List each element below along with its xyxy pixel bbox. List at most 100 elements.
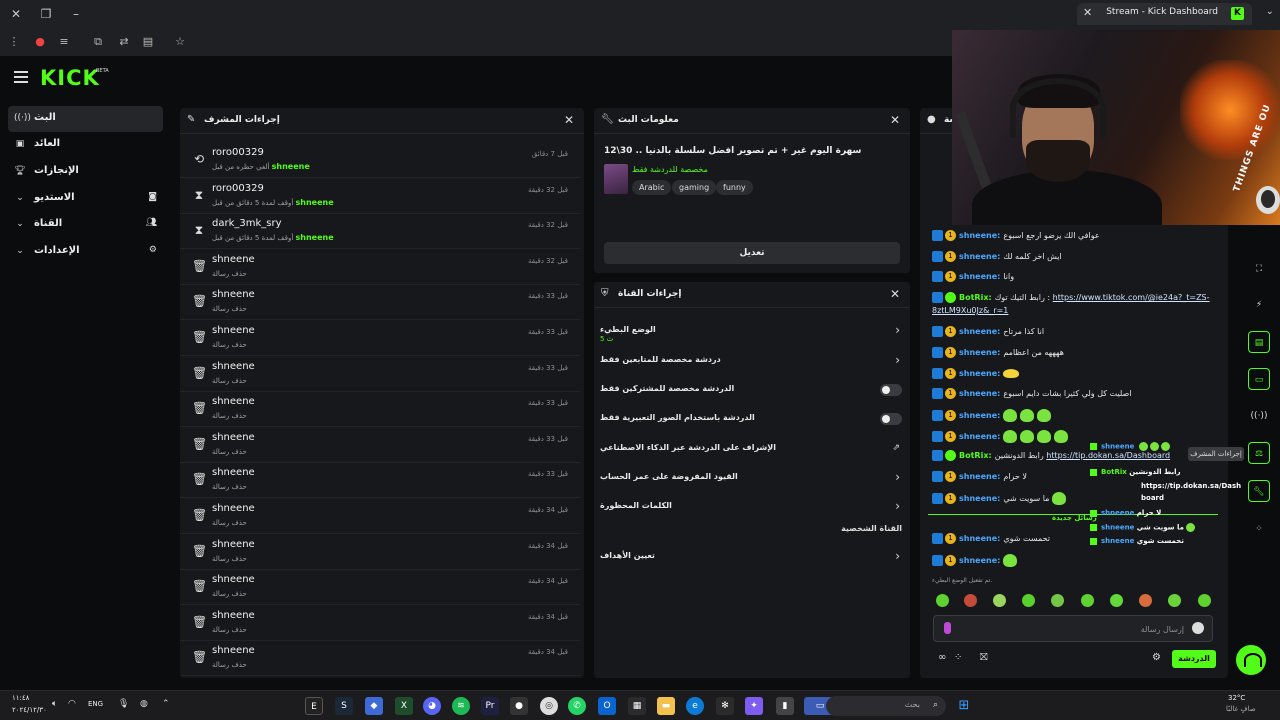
infinity-icon[interactable]: ∞: [938, 652, 946, 663]
weather-temp[interactable]: 32°C: [1228, 694, 1245, 702]
users-icon[interactable]: ⁘: [1248, 518, 1270, 540]
chat-message[interactable]: 1 shneene:: [932, 430, 1232, 448]
chat-username[interactable]: shneene: [959, 272, 997, 281]
weather-condition[interactable]: صافٍ غالبًا: [1226, 705, 1256, 713]
mod-action-user[interactable]: shneene: [212, 254, 255, 265]
mod-action-row[interactable]: ⟲ roro00329 ألغي حظره من قبل shneene قبل 7 …: [180, 142, 580, 178]
mod-action-user[interactable]: shneene: [212, 610, 255, 621]
chat-username[interactable]: shneene: [959, 252, 997, 261]
wifi-icon[interactable]: ◠: [68, 699, 76, 709]
microphone-icon[interactable]: 🎙︎: [118, 699, 129, 709]
chat-username[interactable]: shneene: [959, 369, 997, 378]
chevron-up-icon[interactable]: ⌃: [162, 699, 170, 709]
chat-settings-icon[interactable]: ⚙: [1152, 652, 1161, 663]
sidebar-item-revenue[interactable]: ▣ العائد: [8, 132, 163, 158]
emote-icon[interactable]: [1139, 594, 1152, 607]
mod-action-user[interactable]: shneene: [212, 361, 255, 372]
minimize-window-icon[interactable]: –: [68, 6, 84, 22]
chat-message[interactable]: 1 shneene: ايش اخر كلمه لك: [932, 251, 1232, 269]
chat-message[interactable]: 1 shneene: وانا: [932, 271, 1232, 289]
reading-list-icon[interactable]: ≡: [56, 34, 72, 50]
mod-action-user[interactable]: shneene: [212, 396, 255, 407]
close-icon[interactable]: ✕: [890, 287, 900, 301]
edge-icon[interactable]: e: [686, 697, 704, 715]
channel-action-row[interactable]: الإشراف على الدردشة عبر الذكاء الاصطناعي…: [594, 434, 910, 463]
chat-message[interactable]: 1 shneene: ههههه من اعظامم: [932, 347, 1232, 365]
taskbar-search[interactable]: بحث ⌕: [826, 696, 946, 716]
chat-link[interactable]: https://www.tiktok.com/@ie24a?_t=ZS-: [1053, 293, 1210, 302]
emote-icon[interactable]: [1051, 594, 1064, 607]
chat-username[interactable]: BotRix: [959, 451, 988, 460]
chat-username[interactable]: shneene: [959, 494, 997, 503]
tab-groups-icon[interactable]: ▤: [140, 34, 156, 50]
stream-info-toggle-icon[interactable]: ▤: [1248, 331, 1270, 353]
windows-start-icon[interactable]: ⊞: [955, 697, 973, 715]
chat-username[interactable]: shneene: [959, 389, 997, 398]
sidebar-item-settings[interactable]: ⌄ الإعدادات ⚙: [8, 239, 163, 265]
chat-username[interactable]: BotRix: [959, 293, 988, 302]
mod-action-user[interactable]: shneene: [212, 645, 255, 656]
chat-username[interactable]: shneene: [959, 556, 997, 565]
chat-send-button[interactable]: الدردشة: [1172, 650, 1216, 668]
channel-action-row[interactable]: القيود المفروضة على عمر الحساب ›: [594, 463, 910, 492]
support-headset-icon[interactable]: [1236, 645, 1266, 675]
sidebar-item-achievements[interactable]: 🏆︎ الإنجازات: [8, 159, 163, 185]
discord-icon[interactable]: ◕: [423, 697, 441, 715]
mod-action-row[interactable]: 🗑︎ shneene حذف رسالة قبل 32 دقيقة: [180, 249, 580, 285]
chat-input-field[interactable]: [964, 620, 1184, 638]
chat-username[interactable]: shneene: [959, 534, 997, 543]
app-icon[interactable]: X: [395, 697, 413, 715]
mod-action-user[interactable]: dark_3mk_sry: [212, 218, 282, 229]
emote-icon[interactable]: [964, 594, 977, 607]
mod-action-user[interactable]: shneene: [212, 539, 255, 550]
emote-icon[interactable]: [1081, 594, 1094, 607]
mod-action-row[interactable]: ⧗ dark_3mk_sry أوقف لمدة 5 دقائق من قبل sh…: [180, 213, 580, 250]
browser-tab-active[interactable]: ✕ Stream - Kick Dashboard K: [1077, 3, 1252, 25]
mod-action-moderator[interactable]: shneene: [296, 233, 334, 242]
stream-category[interactable]: مخصصة للدردشة فقط: [632, 165, 708, 174]
chat-username[interactable]: shneene: [959, 348, 997, 357]
mod-action-user[interactable]: shneene: [212, 467, 255, 478]
mod-action-moderator[interactable]: shneene: [272, 162, 310, 171]
chatgpt-icon[interactable]: ✻: [716, 697, 734, 715]
channel-action-row[interactable]: الكلمات المحظورة ›: [594, 492, 910, 521]
clock-time[interactable]: ١١:٤٨: [12, 694, 29, 702]
emoji-picker-icon[interactable]: [1192, 622, 1204, 634]
lightning-icon[interactable]: ⚡︎: [1248, 294, 1270, 316]
browser-menu-icon[interactable]: ⋮: [6, 34, 22, 50]
mod-action-row[interactable]: 🗑︎ shneene حذف رسالة قبل 33 دقيقة: [180, 284, 580, 321]
chat-message[interactable]: 1 shneene:: [932, 368, 1232, 386]
premiere-icon[interactable]: Pr: [481, 697, 499, 715]
toggle-switch[interactable]: [880, 413, 902, 425]
mod-actions-toggle-icon[interactable]: ⚖: [1248, 442, 1270, 464]
sidebar-item-studio[interactable]: ⌄ الاستديو ◙: [8, 186, 163, 212]
mod-action-row[interactable]: 🗑︎ shneene حذف رسالة قبل 34 دقيقة: [180, 534, 580, 570]
mod-action-user[interactable]: shneene: [212, 289, 255, 300]
whatsapp-icon[interactable]: ✆: [568, 697, 586, 715]
file-explorer-icon[interactable]: ▬: [657, 697, 675, 715]
kick-logo[interactable]: KICK: [40, 66, 100, 90]
chat-toggle-icon[interactable]: ▭: [1248, 368, 1270, 390]
chat-message-input[interactable]: [933, 615, 1213, 642]
chat-link[interactable]: 8ztLM9Xu0Jz&_r=1: [932, 306, 1008, 315]
close-tab-icon[interactable]: ✕: [1083, 6, 1092, 19]
chat-link[interactable]: https://tip.dokan.sa/Dashboard: [1046, 451, 1170, 460]
profile-icon[interactable]: ●: [32, 34, 48, 50]
app-icon[interactable]: ◆: [365, 697, 383, 715]
microphone-icon[interactable]: [944, 622, 951, 634]
obs-icon[interactable]: ●: [510, 697, 528, 715]
extensions-icon[interactable]: ⧉: [90, 34, 106, 50]
language-indicator[interactable]: ENG: [88, 700, 103, 708]
channel-action-row[interactable]: الدردشة مخصصة للمشتركين فقط: [594, 375, 910, 404]
chat-username[interactable]: shneene: [959, 411, 997, 420]
close-window-icon[interactable]: ✕: [8, 6, 24, 22]
toggle-switch[interactable]: [880, 384, 902, 396]
users-icon[interactable]: ⁘: [954, 652, 962, 663]
chat-message[interactable]: 1 shneene:: [932, 554, 1232, 572]
chat-message[interactable]: 1 shneene: عوافي الك يرضو ارجع اسبوع: [932, 230, 1232, 248]
broadcast-toggle-icon[interactable]: ((·)): [1248, 405, 1270, 427]
mod-action-user[interactable]: roro00329: [212, 147, 264, 158]
spotify-icon[interactable]: ≋: [452, 697, 470, 715]
emote-icon[interactable]: [1110, 594, 1123, 607]
mod-action-row[interactable]: 🗑︎ shneene حذف رسالة قبل 34 دقيقة: [180, 569, 580, 606]
